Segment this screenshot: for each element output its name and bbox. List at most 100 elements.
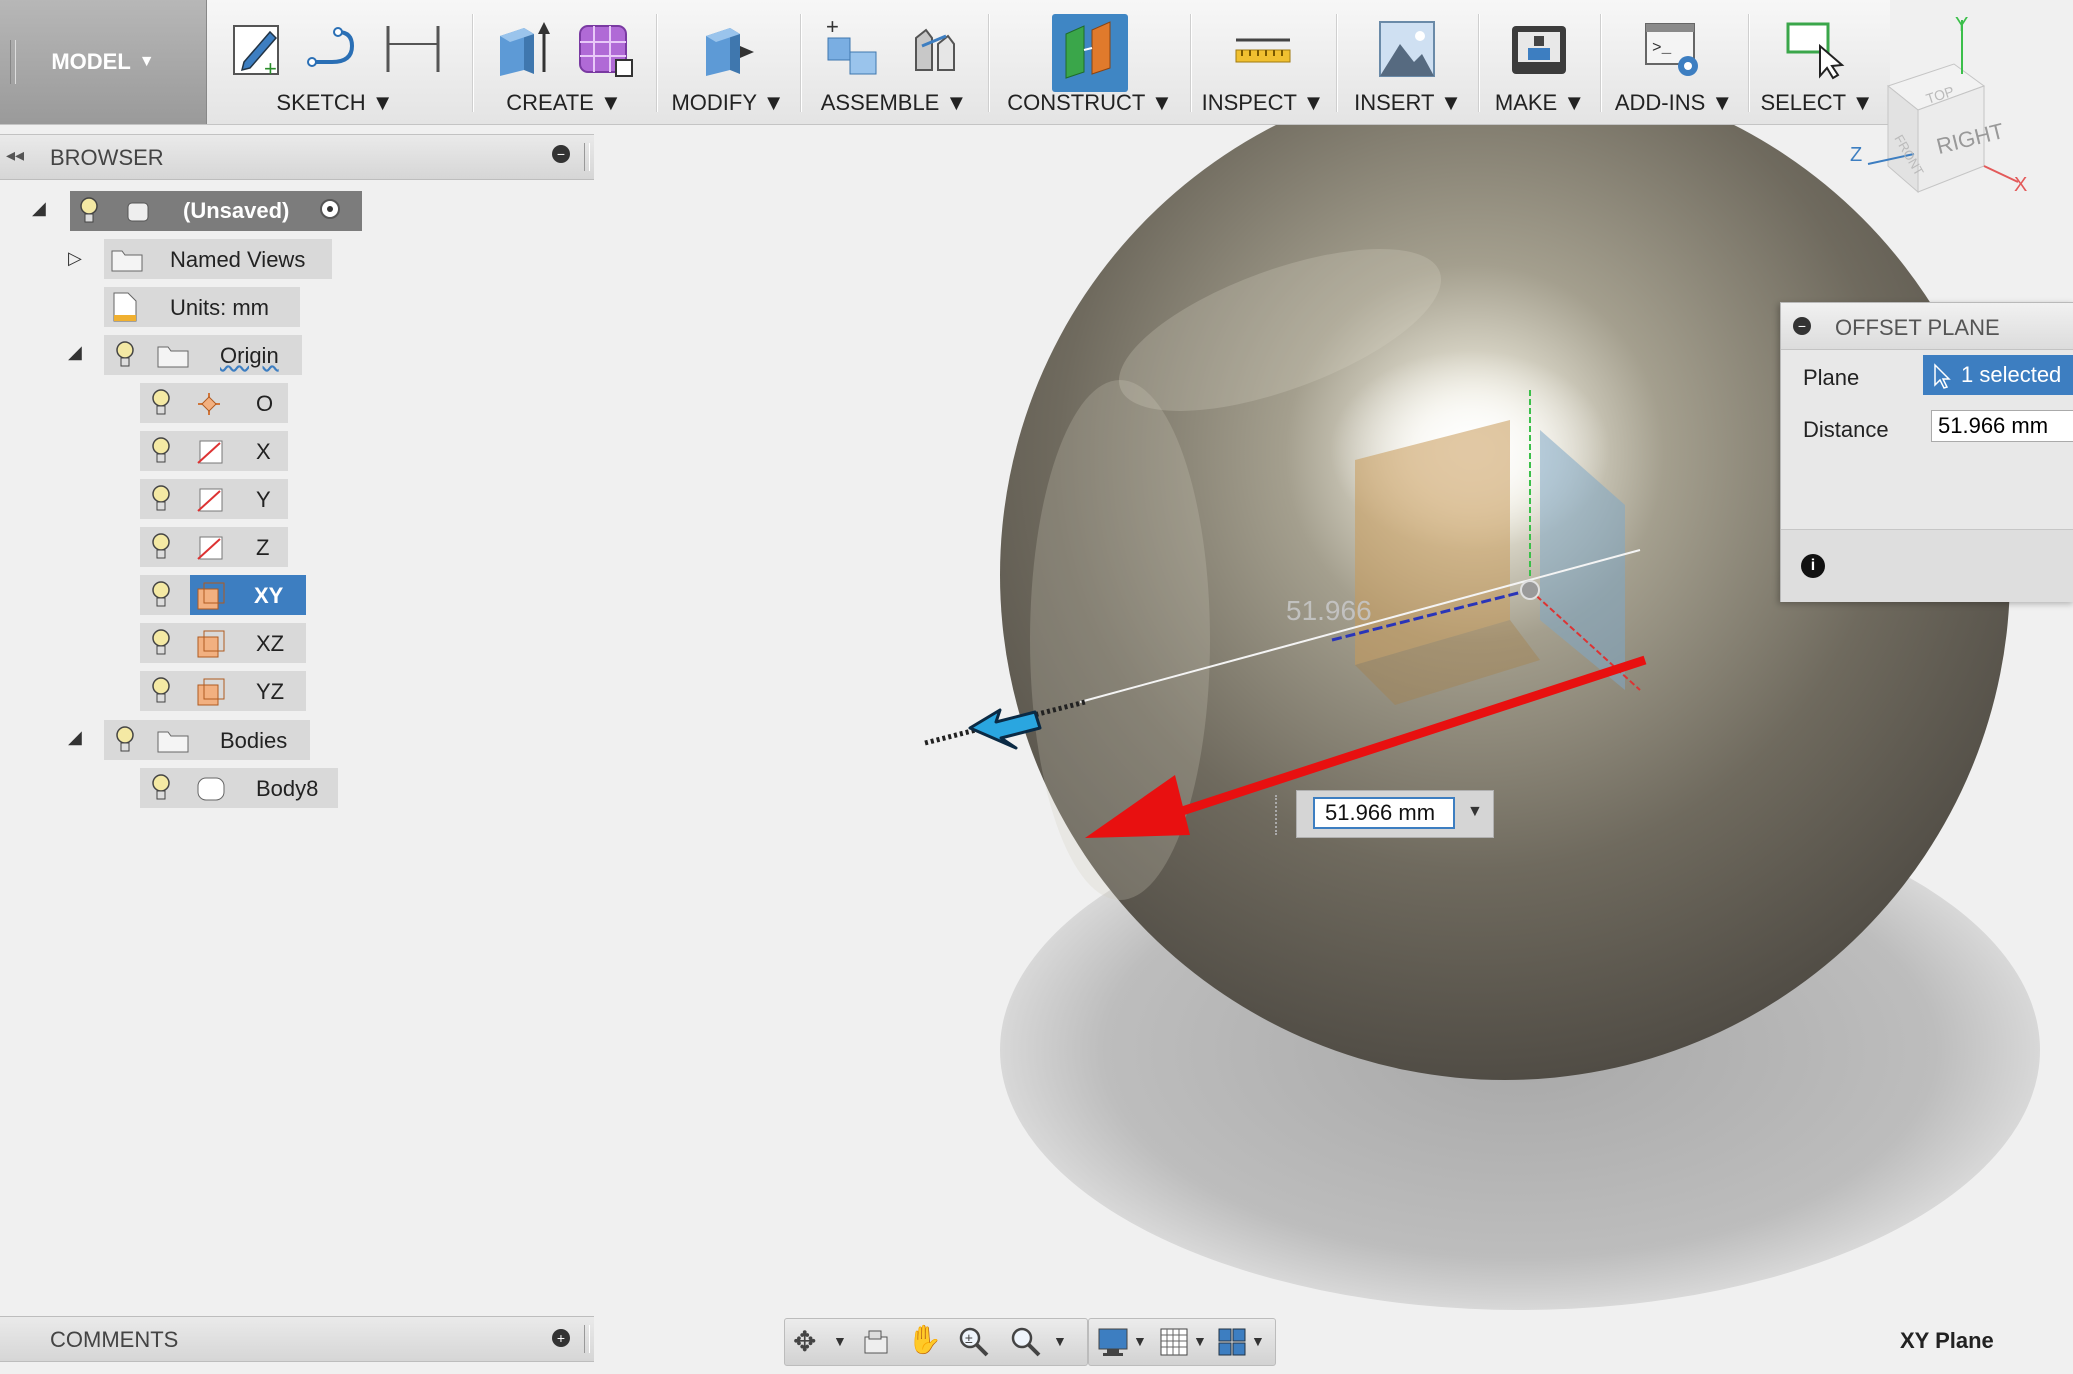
modify-group[interactable]: MODIFY ▼: [660, 0, 796, 124]
scripts-addins-icon[interactable]: >_: [1640, 16, 1706, 82]
select-tool-icon[interactable]: [1782, 16, 1848, 82]
bodies-label: Bodies: [220, 728, 288, 753]
info-icon[interactable]: i: [1801, 554, 1825, 578]
extrude-icon[interactable]: [490, 16, 556, 82]
joint-icon[interactable]: [902, 16, 968, 82]
browser-root-node[interactable]: (Unsaved): [70, 191, 362, 231]
3d-print-icon[interactable]: [1506, 16, 1572, 82]
display-settings-icon[interactable]: [1097, 1327, 1129, 1357]
visibility-bulb-icon[interactable]: [152, 774, 170, 802]
browser-item-x-axis[interactable]: X: [140, 431, 288, 471]
dropdown-arrow-icon[interactable]: ▼: [1467, 803, 1483, 821]
display-dropdown-arrow-icon[interactable]: ▼: [1133, 1333, 1147, 1349]
axis-icon: [197, 488, 223, 512]
viewports-icon[interactable]: [1217, 1327, 1247, 1357]
grid-settings-icon[interactable]: [1159, 1327, 1189, 1357]
canvas-distance-input[interactable]: [1313, 797, 1455, 829]
inspect-group[interactable]: INSPECT ▼: [1194, 0, 1332, 124]
zoom-icon[interactable]: ±: [957, 1325, 989, 1357]
browser-item-origin[interactable]: Origin: [104, 335, 302, 375]
visibility-bulb-icon[interactable]: [152, 389, 170, 417]
named-views-expand-arrow-icon[interactable]: ▷: [68, 248, 82, 269]
create-menu[interactable]: CREATE ▼: [476, 90, 652, 116]
new-component-icon[interactable]: +: [820, 16, 886, 82]
addins-menu[interactable]: ADD-INS ▼: [1604, 90, 1744, 116]
toolbar-grip[interactable]: [10, 40, 16, 84]
bodies-expand-arrow-icon[interactable]: ◢: [68, 727, 82, 748]
browser-item-origin-point[interactable]: O: [140, 383, 288, 423]
collapse-panel-icon[interactable]: ◂◂: [6, 145, 24, 166]
browser-panel-header[interactable]: ◂◂ BROWSER −: [0, 134, 594, 180]
comments-panel-header[interactable]: COMMENTS +: [0, 1316, 594, 1362]
browser-item-bodies[interactable]: Bodies: [104, 720, 310, 760]
browser-item-named-views[interactable]: Named Views: [104, 239, 332, 279]
distance-input[interactable]: [1931, 410, 2073, 442]
browser-item-units[interactable]: Units: mm: [104, 287, 300, 327]
grid-dropdown-arrow-icon[interactable]: ▼: [1193, 1333, 1207, 1349]
dialog-header[interactable]: − OFFSET PLANE: [1781, 303, 2073, 350]
yz-plane-label: YZ: [256, 679, 285, 704]
browser-item-body8[interactable]: Body8: [140, 768, 338, 808]
construct-group[interactable]: CONSTRUCT ▼: [992, 0, 1188, 124]
sketch-menu[interactable]: SKETCH ▼: [210, 90, 460, 116]
panel-divider-handle[interactable]: [584, 143, 590, 171]
browser-item-z-axis[interactable]: Z: [140, 527, 288, 567]
look-at-icon[interactable]: [861, 1327, 891, 1357]
addins-group[interactable]: >_ ADD-INS ▼: [1604, 0, 1744, 124]
measure-icon[interactable]: [1230, 16, 1296, 82]
assemble-group[interactable]: + ASSEMBLE ▼: [804, 0, 984, 124]
plane-selection-button[interactable]: 1 selected: [1923, 355, 2073, 395]
modify-menu[interactable]: MODIFY ▼: [660, 90, 796, 116]
minimize-panel-icon[interactable]: −: [552, 145, 570, 163]
create-sketch-icon[interactable]: +: [226, 16, 292, 82]
orbit-dropdown-arrow-icon[interactable]: ▼: [833, 1333, 847, 1349]
visibility-bulb-icon[interactable]: [152, 437, 170, 465]
folder-icon: [157, 731, 189, 753]
visibility-bulb-icon[interactable]: [80, 197, 98, 225]
plane-field-label: Plane: [1803, 365, 1860, 390]
dimension-tool-icon[interactable]: [380, 16, 446, 82]
create-group[interactable]: CREATE ▼: [476, 0, 652, 124]
browser-item-yz-plane[interactable]: YZ: [140, 671, 306, 711]
sketch-group[interactable]: + SKETCH ▼: [210, 0, 460, 124]
orbit-icon[interactable]: ✥: [793, 1325, 816, 1358]
x-axis-label: X: [256, 439, 271, 464]
visibility-bulb-icon[interactable]: [152, 677, 170, 705]
browser-item-xz-plane[interactable]: XZ: [140, 623, 306, 663]
browser-item-y-axis[interactable]: Y: [140, 479, 288, 519]
panel-divider-handle[interactable]: [584, 1325, 590, 1353]
press-pull-icon[interactable]: [696, 16, 762, 82]
zoom-dropdown-arrow-icon[interactable]: ▼: [1053, 1333, 1067, 1349]
visibility-bulb-icon[interactable]: [116, 726, 134, 754]
visibility-bulb-icon[interactable]: [116, 341, 134, 369]
visibility-bulb-icon[interactable]: [152, 485, 170, 513]
root-expand-arrow-icon[interactable]: ◢: [32, 198, 46, 219]
origin-point-label: O: [256, 391, 274, 416]
plane-selection-value: 1 selected: [1961, 362, 2062, 387]
make-menu[interactable]: MAKE ▼: [1482, 90, 1598, 116]
visibility-bulb-icon[interactable]: [152, 629, 170, 657]
visibility-bulb-icon[interactable]: [152, 533, 170, 561]
offset-plane-icon[interactable]: [1056, 16, 1122, 82]
fit-zoom-icon[interactable]: [1009, 1325, 1041, 1357]
browser-item-xy-plane[interactable]: XY: [140, 575, 306, 615]
insert-group[interactable]: INSERT ▼: [1340, 0, 1476, 124]
inspect-menu[interactable]: INSPECT ▼: [1194, 90, 1332, 116]
form-icon[interactable]: [572, 16, 638, 82]
dialog-collapse-icon[interactable]: −: [1793, 317, 1811, 335]
make-group[interactable]: MAKE ▼: [1482, 0, 1598, 124]
origin-expand-arrow-icon[interactable]: ◢: [68, 342, 82, 363]
visibility-bulb-icon[interactable]: [152, 581, 170, 609]
line-tool-icon[interactable]: [302, 16, 368, 82]
insert-menu[interactable]: INSERT ▼: [1340, 90, 1476, 116]
viewcube[interactable]: TOP FRONT RIGHT Y Z X: [1850, 14, 2040, 204]
viewports-dropdown-arrow-icon[interactable]: ▼: [1251, 1333, 1265, 1349]
input-drag-handle[interactable]: [1275, 795, 1281, 835]
expand-comments-icon[interactable]: +: [552, 1329, 570, 1347]
construct-menu[interactable]: CONSTRUCT ▼: [992, 90, 1188, 116]
pan-icon[interactable]: ✋: [907, 1323, 942, 1356]
insert-image-icon[interactable]: [1374, 16, 1440, 82]
workspace-switcher[interactable]: MODEL ▼: [0, 0, 207, 124]
assemble-menu[interactable]: ASSEMBLE ▼: [804, 90, 984, 116]
activate-component-icon[interactable]: [320, 199, 340, 219]
